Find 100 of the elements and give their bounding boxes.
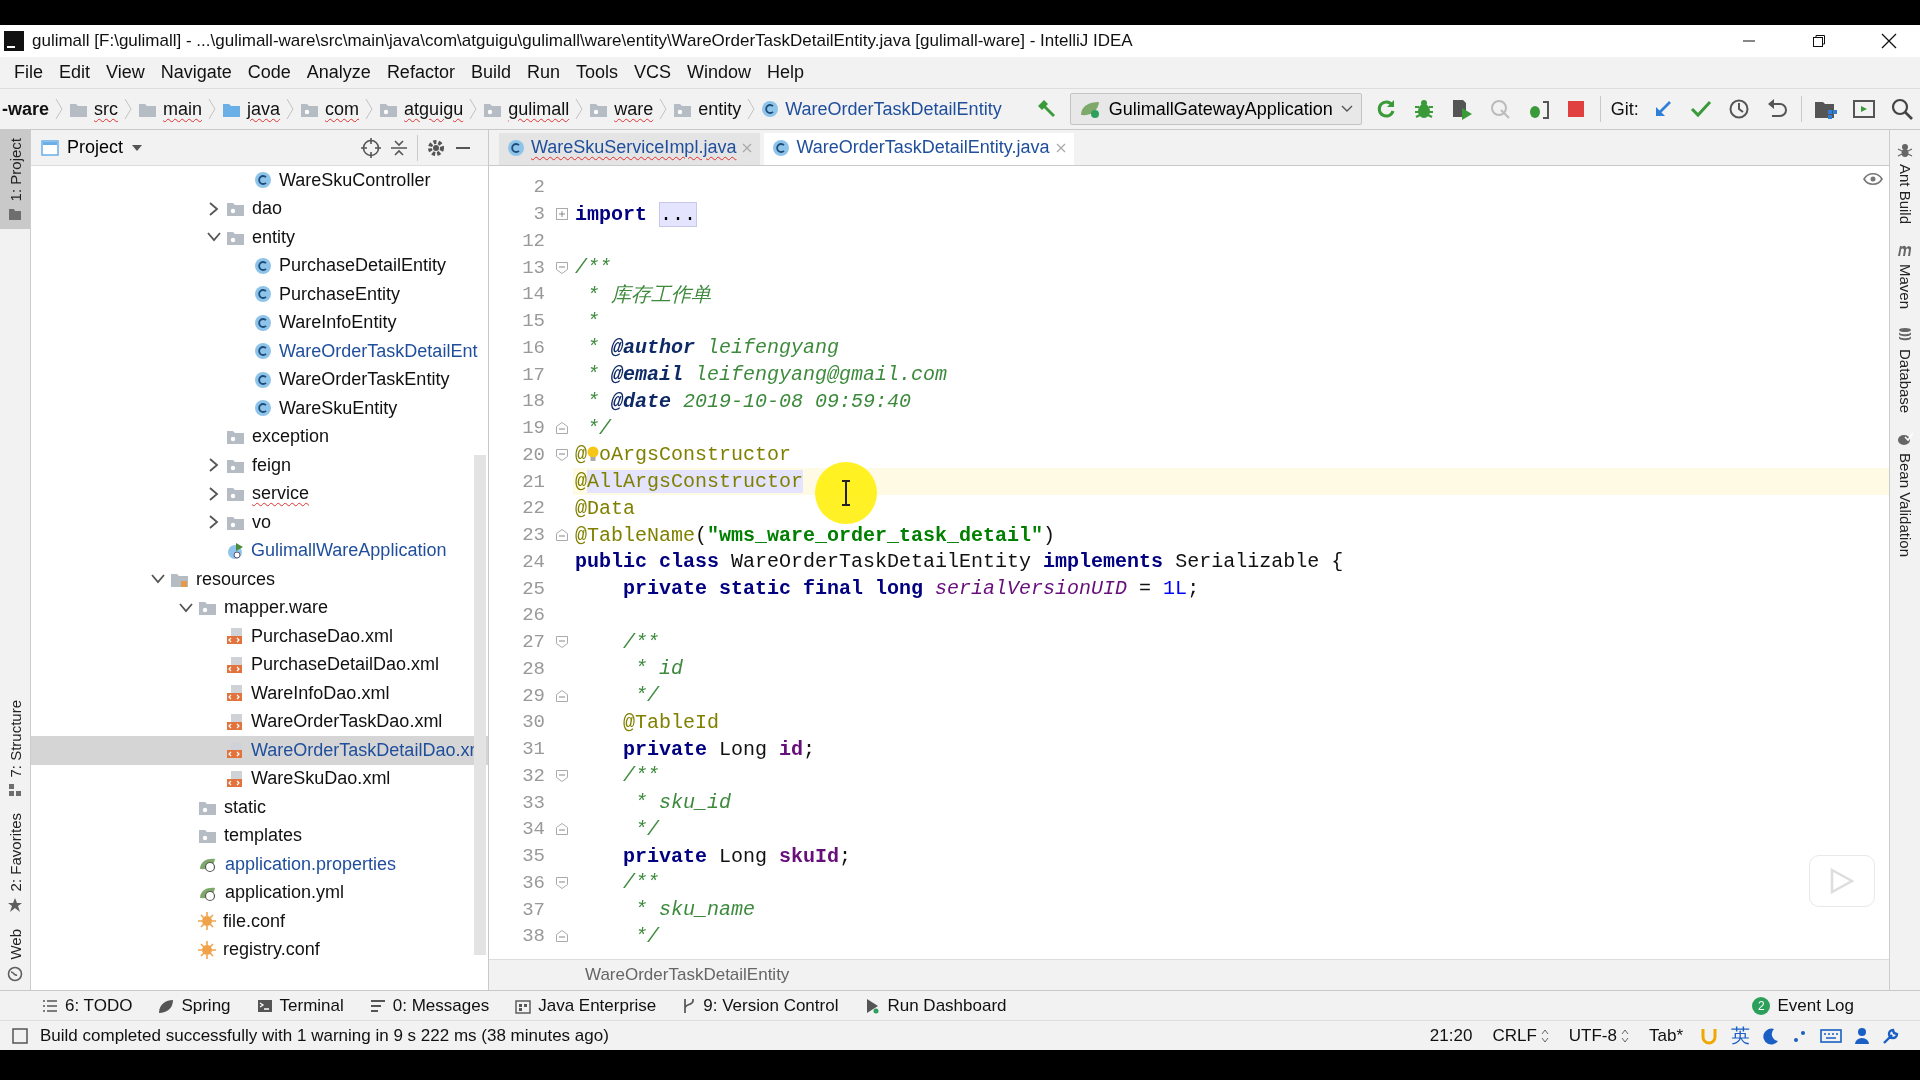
breadcrumb[interactable]: ware: [583, 98, 660, 120]
tool-window-button[interactable]: 9: Version Control: [682, 995, 839, 1016]
indent-selector[interactable]: Tab*: [1644, 1025, 1687, 1046]
tree-item[interactable]: WareOrderTaskDetailEnt: [279, 340, 478, 362]
settings-icon[interactable]: [426, 137, 446, 158]
tree-item[interactable]: service: [252, 483, 309, 505]
tree-item[interactable]: resources: [196, 568, 276, 590]
chevron-right-icon[interactable]: [209, 515, 219, 530]
menu-item[interactable]: Help: [759, 59, 813, 86]
lightbulb-icon[interactable]: [587, 445, 599, 464]
fold-icon[interactable]: [556, 448, 568, 461]
tool-window-tab[interactable]: 7: Structure: [0, 691, 30, 806]
tree-item[interactable]: WareSkuEntity: [279, 397, 398, 419]
menu-item[interactable]: Code: [239, 59, 299, 86]
chevron-down-icon[interactable]: [207, 232, 221, 243]
run-configuration-dropdown[interactable]: GulimallGatewayApplication: [1069, 93, 1362, 125]
tool-window-tab[interactable]: Bean Validation: [1896, 431, 1914, 558]
menu-item[interactable]: View: [98, 59, 153, 86]
tree-item[interactable]: WareOrderTaskEntity: [279, 369, 450, 391]
scrollbar[interactable]: [474, 455, 486, 955]
fold-end-icon[interactable]: [556, 823, 568, 836]
line-separator-selector[interactable]: CRLF: [1488, 1025, 1553, 1046]
layout-icon[interactable]: [12, 1027, 28, 1044]
breadcrumb[interactable]: main: [132, 98, 209, 120]
tree-item[interactable]: GulimallWareApplication: [251, 540, 447, 562]
tree-item[interactable]: PurchaseDetailDao.xml: [251, 654, 440, 676]
fold-end-icon[interactable]: [556, 930, 568, 943]
tree-item[interactable]: PurchaseEntity: [279, 283, 401, 305]
tree-item[interactable]: vo: [252, 511, 271, 533]
editor-tab[interactable]: WareSkuServiceImpl.java: [499, 133, 761, 165]
tree-item[interactable]: WareSkuDao.xml: [251, 768, 391, 790]
locate-icon[interactable]: [361, 137, 381, 158]
tree-item[interactable]: PurchaseDao.xml: [251, 625, 394, 647]
breadcrumb[interactable]: entity: [667, 98, 748, 120]
tree-item[interactable]: mapper.ware: [224, 597, 329, 619]
tree-item[interactable]: entity: [252, 226, 296, 248]
tree-item[interactable]: WareInfoEntity: [279, 312, 397, 334]
tree-item[interactable]: application.yml: [225, 882, 345, 904]
tool-window-button[interactable]: Run Dashboard: [864, 995, 1007, 1016]
breadcrumb[interactable]: src: [63, 98, 125, 120]
menu-item[interactable]: Navigate: [152, 59, 240, 86]
menu-item[interactable]: Window: [679, 59, 760, 86]
tool-window-tab[interactable]: 2: Favorites: [0, 805, 30, 922]
fold-icon[interactable]: [556, 769, 568, 782]
breadcrumb[interactable]: atguigu: [373, 98, 470, 120]
user-icon[interactable]: [1854, 1026, 1870, 1045]
menu-item[interactable]: Run: [518, 59, 568, 86]
chevron-down-icon[interactable]: [151, 574, 165, 585]
collapse-all-icon[interactable]: [389, 137, 409, 158]
breadcrumb[interactable]: WareOrderTaskDetailEntity: [755, 98, 1008, 120]
fold-icon[interactable]: [556, 261, 568, 274]
menu-item[interactable]: File: [6, 59, 51, 86]
tree-item[interactable]: WareOrderTaskDao.xml: [251, 711, 443, 733]
chevron-right-icon[interactable]: [209, 458, 219, 473]
breadcrumb[interactable]: -ware: [0, 98, 56, 120]
tree-item[interactable]: WareInfoDao.xml: [251, 682, 390, 704]
tree-item[interactable]: file.conf: [223, 910, 286, 932]
menu-item[interactable]: VCS: [626, 59, 679, 86]
keyboard-icon[interactable]: [1820, 1027, 1842, 1044]
tree-item[interactable]: static: [224, 796, 266, 818]
tree-item[interactable]: application.properties: [225, 853, 397, 875]
input-method-indicator[interactable]: 英: [1731, 1022, 1750, 1049]
tool-window-button[interactable]: 6: TODO: [42, 995, 133, 1016]
fold-end-icon[interactable]: [556, 422, 568, 435]
tool-window-button[interactable]: Terminal: [256, 995, 344, 1016]
menu-item[interactable]: Tools: [567, 59, 626, 86]
menu-item[interactable]: Analyze: [298, 59, 379, 86]
tool-window-tab[interactable]: Database: [1896, 327, 1914, 414]
menu-item[interactable]: Build: [462, 59, 519, 86]
moon-icon[interactable]: [1762, 1026, 1780, 1045]
fold-icon[interactable]: [556, 876, 568, 889]
tool-window-button[interactable]: Spring: [158, 995, 231, 1016]
tool-window-button[interactable]: 2 Event Log: [1752, 995, 1854, 1016]
view-selector[interactable]: Project: [41, 137, 144, 158]
tree-item[interactable]: dao: [252, 198, 283, 220]
tool-window-button[interactable]: 0: Messages: [369, 995, 490, 1016]
menu-item[interactable]: Edit: [51, 59, 99, 86]
close-icon[interactable]: [1055, 142, 1066, 153]
caret-position[interactable]: 21:20: [1425, 1025, 1477, 1046]
breadcrumb[interactable]: java: [216, 98, 287, 120]
tree-item[interactable]: registry.conf: [223, 939, 320, 961]
tree-item[interactable]: templates: [224, 825, 303, 847]
tool-window-button[interactable]: Java Enterprise: [515, 995, 657, 1016]
chevron-down-icon[interactable]: [179, 602, 193, 613]
fold-end-icon[interactable]: [556, 689, 568, 702]
tool-window-tab[interactable]: Web: [0, 921, 30, 990]
expand-fold-icon[interactable]: [556, 208, 568, 221]
breadcrumb[interactable]: com: [294, 98, 366, 120]
chevron-right-icon[interactable]: [209, 201, 219, 216]
encoding-selector[interactable]: UTF-8: [1564, 1025, 1633, 1046]
fold-icon[interactable]: [556, 636, 568, 649]
fold-end-icon[interactable]: [556, 529, 568, 542]
editor-breadcrumb[interactable]: WareOrderTaskDetailEntity: [585, 965, 790, 985]
editor-tab[interactable]: WareOrderTaskDetailEntity.java: [764, 133, 1074, 165]
tree-item[interactable]: feign: [252, 454, 292, 476]
chevron-right-icon[interactable]: [209, 486, 219, 501]
wrench-icon[interactable]: [1882, 1026, 1900, 1045]
tool-window-tab[interactable]: 1: Project: [0, 130, 30, 230]
tool-window-tab[interactable]: Ant Build: [1896, 142, 1914, 225]
tree-item[interactable]: PurchaseDetailEntity: [279, 255, 447, 277]
